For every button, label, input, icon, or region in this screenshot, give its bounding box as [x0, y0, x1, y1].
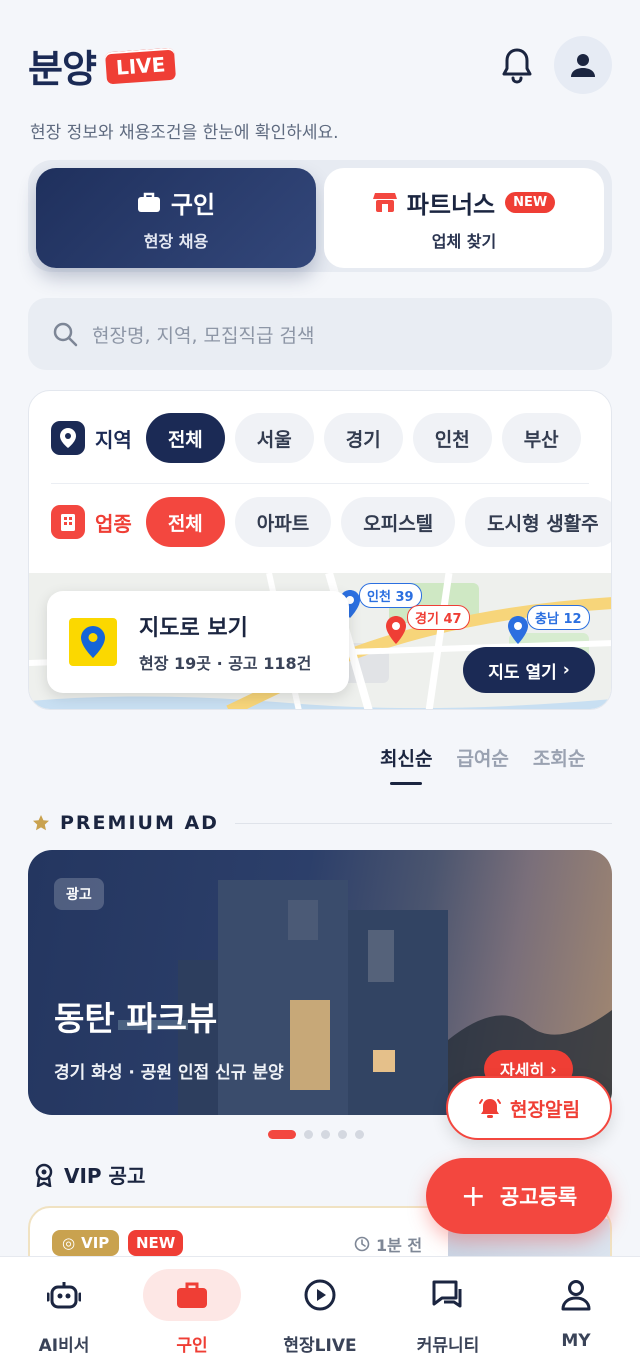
map-pin-label-chungnam: 충남 12 — [527, 605, 590, 630]
banner-subtitle: 경기 화성 · 공원 인접 신규 분양 — [54, 1063, 284, 1083]
region-chip-gyeonggi[interactable]: 경기 — [323, 413, 403, 463]
industry-chip-all[interactable]: 전체 — [145, 497, 225, 547]
map-view-subtitle: 현장 19곳 · 공고 118건 — [139, 654, 312, 673]
map-pin-gyeonggi-icon[interactable] — [385, 615, 407, 649]
vip-badge: ◎ VIP — [52, 1230, 120, 1256]
open-map-button[interactable]: 지도 열기 › — [463, 647, 595, 693]
sort-tabs: 최신순 급여순 조회순 — [380, 744, 585, 785]
nav-community[interactable]: 커뮤니티 — [384, 1269, 512, 1356]
partners-new-badge: NEW — [505, 191, 556, 213]
vip-section-header: VIP 공고 — [34, 1160, 145, 1189]
bottom-navigation: AI비서 구인 현장LIVE 커뮤니티 MY — [0, 1256, 640, 1368]
person-icon — [527, 1269, 625, 1321]
segment-partners-title: 파트너스 — [406, 190, 496, 219]
sort-latest-tab[interactable]: 최신순 — [380, 744, 432, 785]
filter-divider — [51, 483, 589, 484]
carousel-dot[interactable] — [321, 1130, 330, 1139]
carousel-dot[interactable] — [338, 1130, 347, 1139]
site-alert-button[interactable]: 현장알림 — [446, 1076, 612, 1140]
ad-tag: 광고 — [54, 878, 104, 910]
chevron-right-icon: › — [562, 660, 570, 680]
chat-bubbles-icon — [399, 1269, 497, 1321]
nav-site-live[interactable]: 현장LIVE — [256, 1269, 384, 1356]
sort-views-tab[interactable]: 조회순 — [533, 744, 585, 771]
vip-new-badge: NEW — [128, 1230, 184, 1256]
map-preview[interactable]: 인천 39 경기 47 충남 12 지도로 보기 현장 19곳 · 공고 118… — [29, 573, 611, 709]
plus-icon: + — [460, 1178, 486, 1214]
user-icon — [571, 54, 595, 77]
medal-icon: ◎ — [62, 1234, 76, 1252]
segment-hiring-title: 구인 — [170, 190, 216, 219]
live-badge: LIVE — [104, 47, 177, 84]
nav-my[interactable]: MY — [512, 1269, 640, 1351]
briefcase-icon — [137, 192, 160, 212]
region-chip-incheon[interactable]: 인천 — [412, 413, 492, 463]
region-chip-busan[interactable]: 부산 — [501, 413, 581, 463]
map-pin-chungnam-icon[interactable] — [507, 615, 529, 649]
carousel-dot[interactable] — [355, 1130, 364, 1139]
map-pin-icon — [69, 618, 117, 666]
segment-partners-subtitle: 업체 찾기 — [431, 231, 497, 251]
vip-post-time: 1분 전 — [354, 1232, 422, 1256]
banner-title: 동탄 파크뷰 — [54, 999, 218, 1038]
search-placeholder: 현장명, 지역, 모집직급 검색 — [92, 324, 315, 347]
premium-section-header: PREMIUM AD — [32, 812, 612, 834]
map-pin-label-gyeonggi: 경기 47 — [407, 605, 470, 630]
nav-hiring[interactable]: 구인 — [128, 1269, 256, 1356]
filter-card: 지역 전체 서울 경기 인천 부산 업종 전체 아파트 오피스텔 도시형 생활주 — [28, 390, 612, 710]
brand-logo: 분양 LIVE — [28, 38, 177, 93]
region-filter-label: 지역 — [51, 421, 132, 455]
segment-hiring-subtitle: 현장 채용 — [143, 231, 209, 251]
clock-icon — [354, 1236, 370, 1252]
map-view-card[interactable]: 지도로 보기 현장 19곳 · 공고 118건 — [47, 591, 349, 693]
search-icon — [53, 322, 78, 347]
sort-salary-tab[interactable]: 급여순 — [456, 744, 508, 771]
map-view-title: 지도로 보기 — [139, 616, 248, 641]
nav-ai-assistant[interactable]: AI비서 — [0, 1269, 128, 1356]
industry-filter-label: 업종 — [51, 505, 132, 539]
region-chip-all[interactable]: 전체 — [145, 413, 225, 463]
post-job-button[interactable]: + 공고등록 — [426, 1158, 612, 1234]
region-filter-row: 지역 전체 서울 경기 인천 부산 — [51, 413, 581, 463]
building-icon — [51, 505, 85, 539]
brand-name: 분양 — [28, 47, 97, 91]
robot-icon — [15, 1269, 113, 1321]
notification-bell-icon[interactable] — [500, 46, 534, 86]
carousel-dot[interactable] — [268, 1130, 296, 1139]
briefcase-icon — [143, 1269, 241, 1321]
play-circle-icon — [271, 1269, 369, 1321]
alarm-bell-icon — [479, 1099, 502, 1118]
premium-divider — [234, 822, 612, 824]
premium-section-title: PREMIUM AD — [60, 812, 219, 834]
industry-chip-apartment[interactable]: 아파트 — [234, 497, 332, 547]
map-pin-label-incheon: 인천 39 — [359, 583, 422, 608]
industry-chip-urban-housing[interactable]: 도시형 생활주 — [465, 497, 611, 547]
region-chip-seoul[interactable]: 서울 — [234, 413, 314, 463]
carousel-dot[interactable] — [304, 1130, 313, 1139]
profile-avatar-button[interactable] — [554, 36, 612, 94]
location-pin-icon — [51, 421, 85, 455]
vip-section-title: VIP 공고 — [64, 1164, 146, 1188]
header-subtitle: 현장 정보와 채용조건을 한눈에 확인하세요. — [30, 123, 339, 143]
star-icon — [33, 815, 49, 831]
medal-icon — [35, 1163, 53, 1187]
segment-partners-button[interactable]: 파트너스 NEW 업체 찾기 — [324, 168, 604, 268]
industry-chip-officetel[interactable]: 오피스텔 — [341, 497, 456, 547]
carousel-indicator — [268, 1130, 364, 1139]
segment-hiring-button[interactable]: 구인 현장 채용 — [36, 168, 316, 268]
industry-filter-row: 업종 전체 아파트 오피스텔 도시형 생활주 — [51, 497, 611, 547]
storefront-icon — [372, 193, 397, 212]
search-input[interactable]: 현장명, 지역, 모집직급 검색 — [28, 298, 612, 370]
